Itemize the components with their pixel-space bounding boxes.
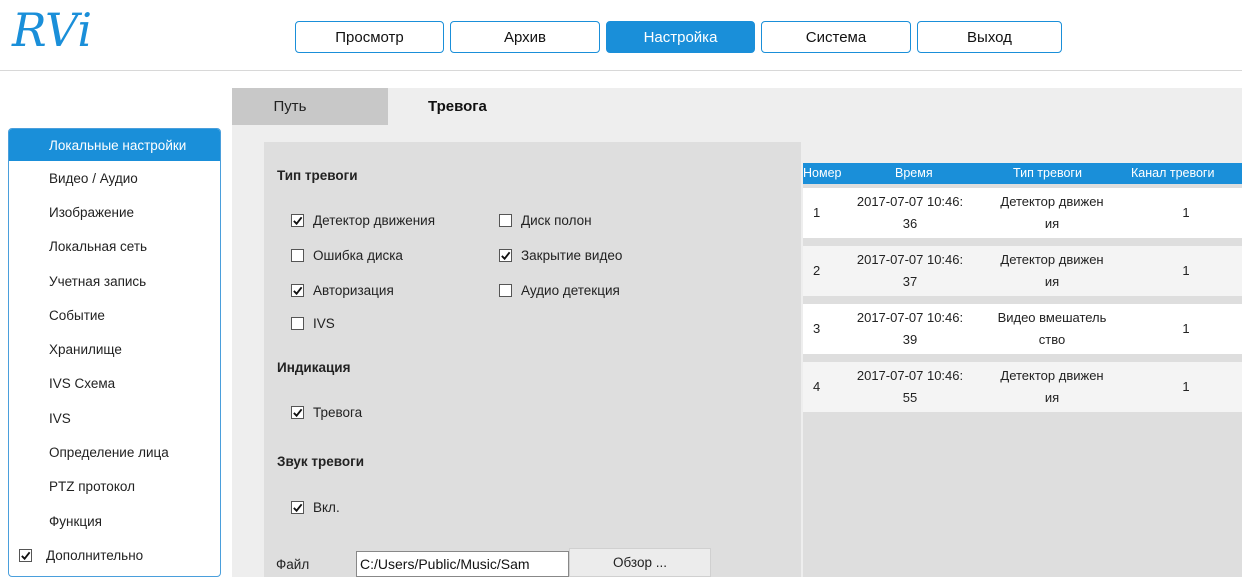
log-row[interactable]: 1 2017-07-07 10:46: 36 Детектор движен ия … <box>803 188 1242 238</box>
rvi-logo: RVi <box>11 3 92 57</box>
log-table-header: Номер Время Тип тревоги Канал тревоги <box>803 163 1242 184</box>
sidebar-item-storage[interactable]: Хранилище <box>9 332 220 366</box>
sidebar-item-advanced[interactable]: Дополнительно <box>9 538 220 572</box>
sidebar-item-image[interactable]: Изображение <box>9 195 220 229</box>
log-time: 2017-07-07 10:46: 37 <box>856 252 964 289</box>
log-row[interactable]: 4 2017-07-07 10:46: 55 Детектор движен ия … <box>803 362 1242 412</box>
auth-checkbox[interactable] <box>291 284 304 297</box>
sidebar-menu: Локальные настройки Видео / Аудио Изобра… <box>8 128 221 577</box>
top-nav: Просмотр Архив Настройка Система Выход <box>295 21 1062 53</box>
log-number: 4 <box>813 379 821 394</box>
nav-settings-button[interactable]: Настройка <box>606 21 755 53</box>
sidebar-item-ivs-scheme[interactable]: IVS Схема <box>9 367 220 401</box>
auth-label: Авторизация <box>313 283 394 298</box>
log-type: Детектор движен ия <box>1000 194 1104 231</box>
disk-error-checkbox[interactable] <box>291 249 304 262</box>
browse-button[interactable]: Обзор ... <box>569 548 711 577</box>
log-number: 1 <box>813 205 821 220</box>
sidebar-item-ivs[interactable]: IVS <box>9 401 220 435</box>
nav-exit-button[interactable]: Выход <box>917 21 1062 53</box>
disk-full-option[interactable]: Диск полон <box>499 213 592 228</box>
video-tamper-checkbox[interactable] <box>499 249 512 262</box>
header-time: Время <box>895 166 933 180</box>
sidebar-item-function[interactable]: Функция <box>9 504 220 538</box>
alarm-indication-checkbox[interactable] <box>291 406 304 419</box>
disk-full-label: Диск полон <box>521 213 592 228</box>
audio-detection-checkbox[interactable] <box>499 284 512 297</box>
header-number: Номер <box>803 166 842 180</box>
disk-full-checkbox[interactable] <box>499 214 512 227</box>
motion-detection-label: Детектор движения <box>313 213 436 228</box>
log-row[interactable]: 3 2017-07-07 10:46: 39 Видео вмешатель ств… <box>803 304 1242 354</box>
log-channel: 1 <box>1182 379 1190 394</box>
tab-bar: Путь Тревога <box>232 88 1242 125</box>
log-channel: 1 <box>1182 205 1190 220</box>
file-label: Файл <box>276 557 310 572</box>
tab-path[interactable]: Путь <box>232 88 388 125</box>
header-divider <box>0 70 1242 71</box>
log-type: Детектор движен ия <box>1000 252 1104 289</box>
advanced-label: Дополнительно <box>46 547 144 563</box>
disk-error-label: Ошибка диска <box>313 248 403 263</box>
audio-detection-option[interactable]: Аудио детекция <box>499 283 620 298</box>
indication-title: Индикация <box>277 360 351 375</box>
alarm-indication-label: Тревога <box>313 405 363 420</box>
ivs-option[interactable]: IVS <box>291 316 335 331</box>
disk-error-option[interactable]: Ошибка диска <box>291 248 403 263</box>
nav-archive-button[interactable]: Архив <box>450 21 600 53</box>
sidebar-item-local-network[interactable]: Локальная сеть <box>9 230 220 264</box>
tab-alarm[interactable]: Тревога <box>428 88 487 125</box>
sidebar-item-account[interactable]: Учетная запись <box>9 264 220 298</box>
header-alarm-channel: Канал тревоги <box>1131 166 1215 180</box>
ivs-checkbox[interactable] <box>291 317 304 330</box>
sound-on-label: Вкл. <box>313 500 340 515</box>
sidebar-item-ptz-protocol[interactable]: PTZ протокол <box>9 470 220 504</box>
motion-detection-checkbox[interactable] <box>291 214 304 227</box>
alarm-sound-title: Звук тревоги <box>277 454 365 469</box>
advanced-checkbox[interactable] <box>19 548 32 562</box>
sound-on-option[interactable]: Вкл. <box>291 500 340 515</box>
log-time: 2017-07-07 10:46: 55 <box>856 368 964 405</box>
svg-text:RVi: RVi <box>11 3 92 57</box>
log-time: 2017-07-07 10:46: 36 <box>856 194 964 231</box>
log-type: Детектор движен ия <box>1000 368 1104 405</box>
log-channel: 1 <box>1182 263 1190 278</box>
alarm-type-title: Тип тревоги <box>277 168 358 183</box>
nav-view-button[interactable]: Просмотр <box>295 21 444 53</box>
log-time: 2017-07-07 10:46: 39 <box>856 310 964 347</box>
video-tamper-label: Закрытие видео <box>521 248 623 263</box>
sidebar-item-local-settings[interactable]: Локальные настройки <box>9 129 220 161</box>
motion-detection-option[interactable]: Детектор движения <box>291 213 435 228</box>
log-channel: 1 <box>1182 321 1190 336</box>
sound-on-checkbox[interactable] <box>291 501 304 514</box>
sidebar-item-face-detection[interactable]: Определение лица <box>9 435 220 469</box>
alarm-indication-option[interactable]: Тревога <box>291 405 362 420</box>
file-path-input[interactable] <box>356 551 569 577</box>
sidebar-item-video-audio[interactable]: Видео / Аудио <box>9 161 220 195</box>
video-tamper-option[interactable]: Закрытие видео <box>499 248 622 263</box>
header-alarm-type: Тип тревоги <box>1013 166 1082 180</box>
auth-option[interactable]: Авторизация <box>291 283 394 298</box>
nav-system-button[interactable]: Система <box>761 21 911 53</box>
log-number: 2 <box>813 263 821 278</box>
audio-detection-label: Аудио детекция <box>521 283 620 298</box>
log-row[interactable]: 2 2017-07-07 10:46: 37 Детектор движен ия … <box>803 246 1242 296</box>
log-type: Видео вмешатель ство <box>997 310 1107 347</box>
log-number: 3 <box>813 321 821 336</box>
ivs-label: IVS <box>313 316 335 331</box>
sidebar-item-event[interactable]: Событие <box>9 298 220 332</box>
